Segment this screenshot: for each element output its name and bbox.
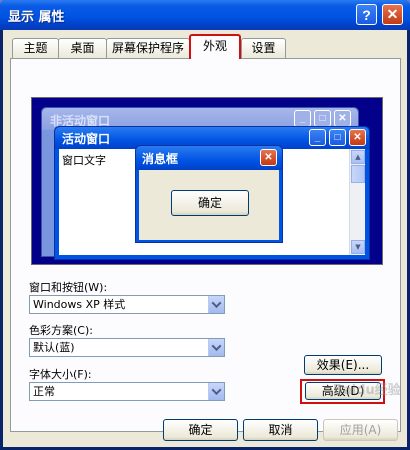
ok-button[interactable]: 确定 bbox=[163, 419, 238, 441]
message-box-titlebar: 消息框 ✕ bbox=[136, 146, 282, 170]
display-properties-window: 显示 属性 ? ✕ 主题 桌面 屏幕保护程序 外观 设置 非活动窗口 _ □ ✕ bbox=[0, 0, 410, 450]
active-window-preview: 活动窗口 _ □ ✕ 窗口文字 ▲ ▼ 消息框 ✕ 确定 bbox=[54, 126, 370, 260]
title-bar[interactable]: 显示 属性 ? ✕ bbox=[0, 0, 410, 30]
tab-screensaver[interactable]: 屏幕保护程序 bbox=[106, 38, 190, 58]
chevron-down-icon[interactable] bbox=[208, 296, 224, 313]
windows-buttons-select[interactable]: Windows XP 样式 bbox=[29, 295, 225, 314]
appearance-preview: 非活动窗口 _ □ ✕ 活动窗口 _ □ ✕ 窗口文字 ▲ ▼ 消息框 ✕ 确定 bbox=[31, 97, 383, 265]
maximize-icon: □ bbox=[329, 129, 346, 146]
scroll-thumb bbox=[351, 165, 365, 183]
windows-buttons-label: 窗口和按钮(W): bbox=[29, 281, 108, 294]
font-size-label: 字体大小(F): bbox=[29, 368, 92, 381]
scroll-down-icon: ▼ bbox=[351, 240, 365, 254]
close-button[interactable]: ✕ bbox=[382, 4, 403, 25]
chevron-down-icon[interactable] bbox=[208, 339, 224, 356]
windows-buttons-value: Windows XP 样式 bbox=[33, 298, 126, 311]
message-box-body: 确定 bbox=[139, 170, 279, 240]
tab-themes[interactable]: 主题 bbox=[12, 38, 59, 58]
color-scheme-label: 色彩方案(C): bbox=[29, 324, 93, 337]
minimize-icon: _ bbox=[309, 129, 326, 146]
help-button[interactable]: ? bbox=[356, 4, 377, 25]
minimize-icon: _ bbox=[294, 110, 311, 127]
chevron-down-icon[interactable] bbox=[208, 383, 224, 400]
maximize-icon: □ bbox=[314, 110, 331, 127]
watermark: Baidu经验 bbox=[333, 383, 401, 398]
color-scheme-select[interactable]: 默认(蓝) bbox=[29, 338, 225, 357]
cancel-button[interactable]: 取消 bbox=[243, 419, 318, 441]
close-icon: ✕ bbox=[349, 129, 366, 146]
tab-desktop[interactable]: 桌面 bbox=[58, 38, 107, 58]
window-title: 显示 属性 bbox=[8, 10, 65, 25]
tab-settings[interactable]: 设置 bbox=[241, 38, 286, 58]
message-box-ok-button: 确定 bbox=[171, 190, 249, 216]
message-box-preview: 消息框 ✕ 确定 bbox=[135, 145, 283, 243]
color-scheme-value: 默认(蓝) bbox=[33, 341, 75, 354]
font-size-value: 正常 bbox=[33, 385, 55, 398]
message-box-title: 消息框 bbox=[142, 152, 179, 166]
scroll-up-icon: ▲ bbox=[351, 150, 365, 164]
close-icon: ✕ bbox=[334, 110, 351, 127]
effects-button[interactable]: 效果(E)... bbox=[304, 355, 382, 375]
window-text-sample: 窗口文字 bbox=[62, 154, 106, 167]
active-window-title: 活动窗口 bbox=[62, 132, 111, 146]
font-size-select[interactable]: 正常 bbox=[29, 382, 225, 401]
close-icon: ✕ bbox=[260, 149, 277, 166]
preview-scrollbar: ▲ ▼ bbox=[349, 149, 365, 255]
tab-appearance[interactable]: 外观 bbox=[189, 34, 241, 59]
appearance-tab-panel: 非活动窗口 _ □ ✕ 活动窗口 _ □ ✕ 窗口文字 ▲ ▼ 消息框 ✕ 确定… bbox=[10, 58, 401, 432]
